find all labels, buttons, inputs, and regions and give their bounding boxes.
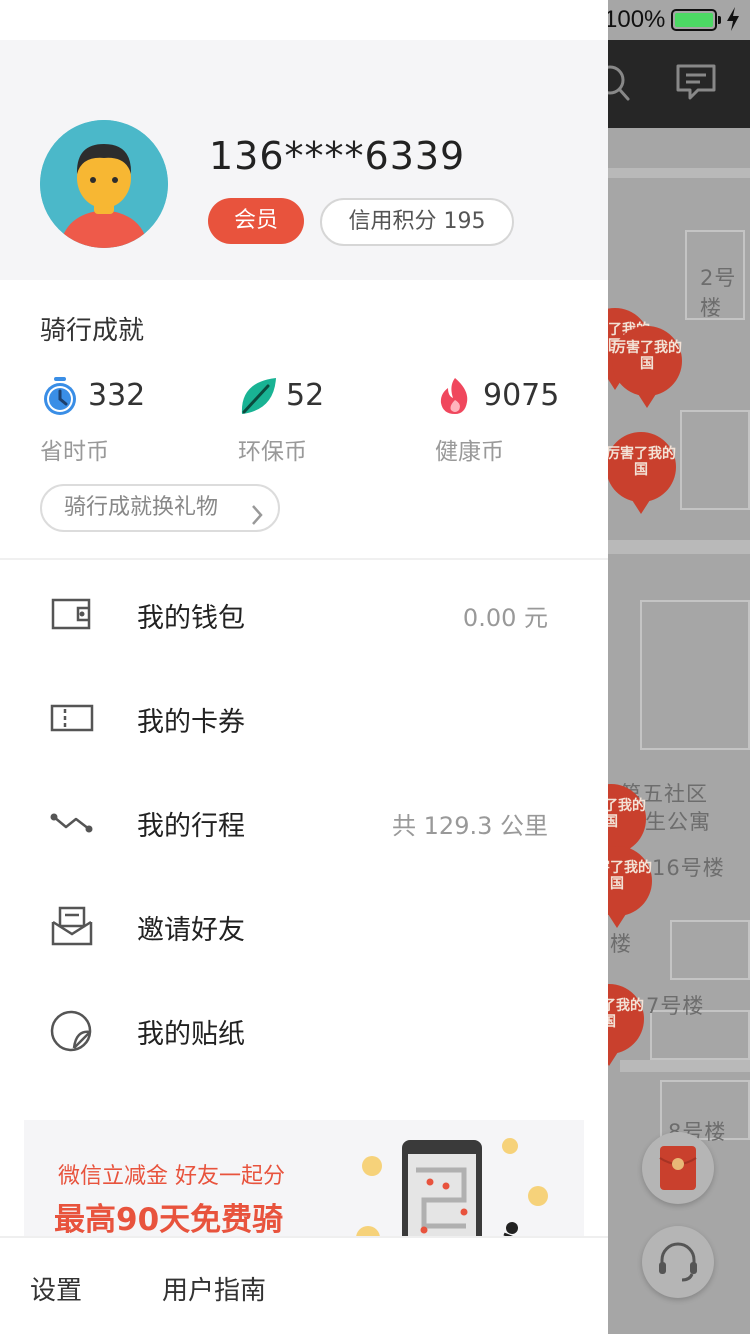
profile-header[interactable]: 136****6339 会员 信用积分 195: [0, 40, 608, 280]
map-label-building: 楼: [610, 932, 632, 956]
message-icon[interactable]: [674, 62, 718, 106]
stopwatch-icon: [40, 376, 80, 416]
pin-text: 厉害了我的国: [612, 340, 682, 372]
menu-label: 我的行程: [137, 811, 245, 842]
member-badge[interactable]: 会员: [208, 198, 304, 244]
menu-label: 我的钱包: [137, 603, 245, 634]
menu-item-trips[interactable]: 我的行程 共 129.3 公里: [0, 770, 608, 874]
user-phone: 136****6339: [209, 134, 466, 178]
wallet-balance: 0.00 元: [462, 604, 548, 632]
pin-text: 厉害了我的国: [606, 446, 676, 478]
trip-distance: 共 129.3 公里: [392, 812, 548, 840]
map-label-building-7: 7号楼: [646, 994, 705, 1018]
ticket-icon: [50, 696, 94, 740]
exchange-gift-button[interactable]: 骑行成就换礼物: [40, 484, 280, 532]
map-bike-pin[interactable]: 厉害了我的国: [606, 432, 676, 514]
battery-percent: 100%: [604, 6, 666, 33]
menu-item-invite[interactable]: 邀请好友: [0, 874, 608, 978]
menu-label: 我的贴纸: [137, 1019, 245, 1050]
settings-link[interactable]: 设置: [30, 1270, 82, 1307]
promo-banner[interactable]: 微信立减金 好友一起分 最高90天免费骑: [24, 1120, 584, 1238]
promo-phone-illustration: [356, 1138, 548, 1238]
stat-label: 省时币: [40, 439, 109, 465]
sticker-icon: [50, 1008, 94, 1052]
stat-label: 环保币: [238, 439, 307, 465]
drawer-footer: 设置 用户指南: [0, 1236, 608, 1334]
credit-score-badge[interactable]: 信用积分 195: [320, 198, 514, 246]
map-label-apartment: 生公寓: [645, 810, 711, 834]
stat-value: 332: [88, 378, 146, 413]
achievements-title: 骑行成就: [40, 316, 145, 346]
map-label-building-2: 2号楼: [700, 266, 737, 320]
route-icon: [50, 800, 94, 844]
menu-label: 邀请好友: [137, 915, 245, 946]
divider: [0, 558, 608, 560]
side-drawer: 136****6339 会员 信用积分 195 骑行成就 332 省时币 52 …: [0, 0, 608, 1334]
menu-item-wallet[interactable]: 我的钱包 0.00 元: [0, 562, 608, 666]
charging-bolt-icon: [725, 6, 741, 36]
stat-value: 52: [286, 378, 325, 413]
promo-subtitle: 微信立减金 好友一起分: [58, 1164, 285, 1189]
stat-label: 健康币: [435, 439, 504, 465]
battery-icon: [671, 9, 721, 31]
chevron-right-icon: [250, 498, 264, 542]
stat-time-coin[interactable]: 332 省时币: [40, 372, 200, 472]
red-packet-button[interactable]: [642, 1132, 714, 1204]
leaf-icon: [238, 376, 278, 416]
stat-eco-coin[interactable]: 52 环保币: [238, 372, 398, 472]
menu-item-coupons[interactable]: 我的卡券: [0, 666, 608, 770]
promo-title: 最高90天免费骑: [54, 1202, 284, 1238]
map-label-building-16: 16号楼: [652, 856, 725, 880]
stat-value: 9075: [483, 378, 560, 413]
avatar[interactable]: [40, 120, 168, 248]
menu-item-stickers[interactable]: 我的贴纸: [0, 978, 608, 1082]
user-guide-link[interactable]: 用户指南: [162, 1270, 266, 1307]
customer-service-button[interactable]: [642, 1226, 714, 1298]
flame-icon: [435, 376, 475, 416]
envelope-icon: [50, 904, 94, 948]
menu-label: 我的卡券: [137, 707, 245, 738]
stat-health-coin[interactable]: 9075 健康币: [435, 372, 595, 472]
map-bike-pin[interactable]: 厉害了我的国: [612, 326, 682, 408]
exchange-gift-label: 骑行成就换礼物: [64, 495, 219, 520]
wallet-icon: [50, 592, 94, 636]
